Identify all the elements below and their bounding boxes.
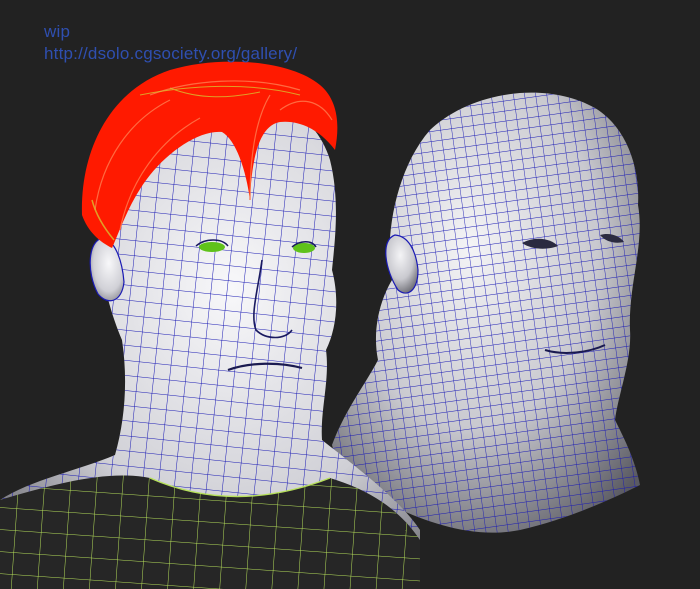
hair-head-model (0, 61, 420, 589)
render-viewport (0, 61, 640, 589)
caption-wip: wip (44, 22, 71, 41)
bald-head-model (332, 92, 640, 533)
caption-url: http://dsolo.cgsociety.org/gallery/ (44, 44, 298, 63)
left-eye (199, 242, 225, 252)
